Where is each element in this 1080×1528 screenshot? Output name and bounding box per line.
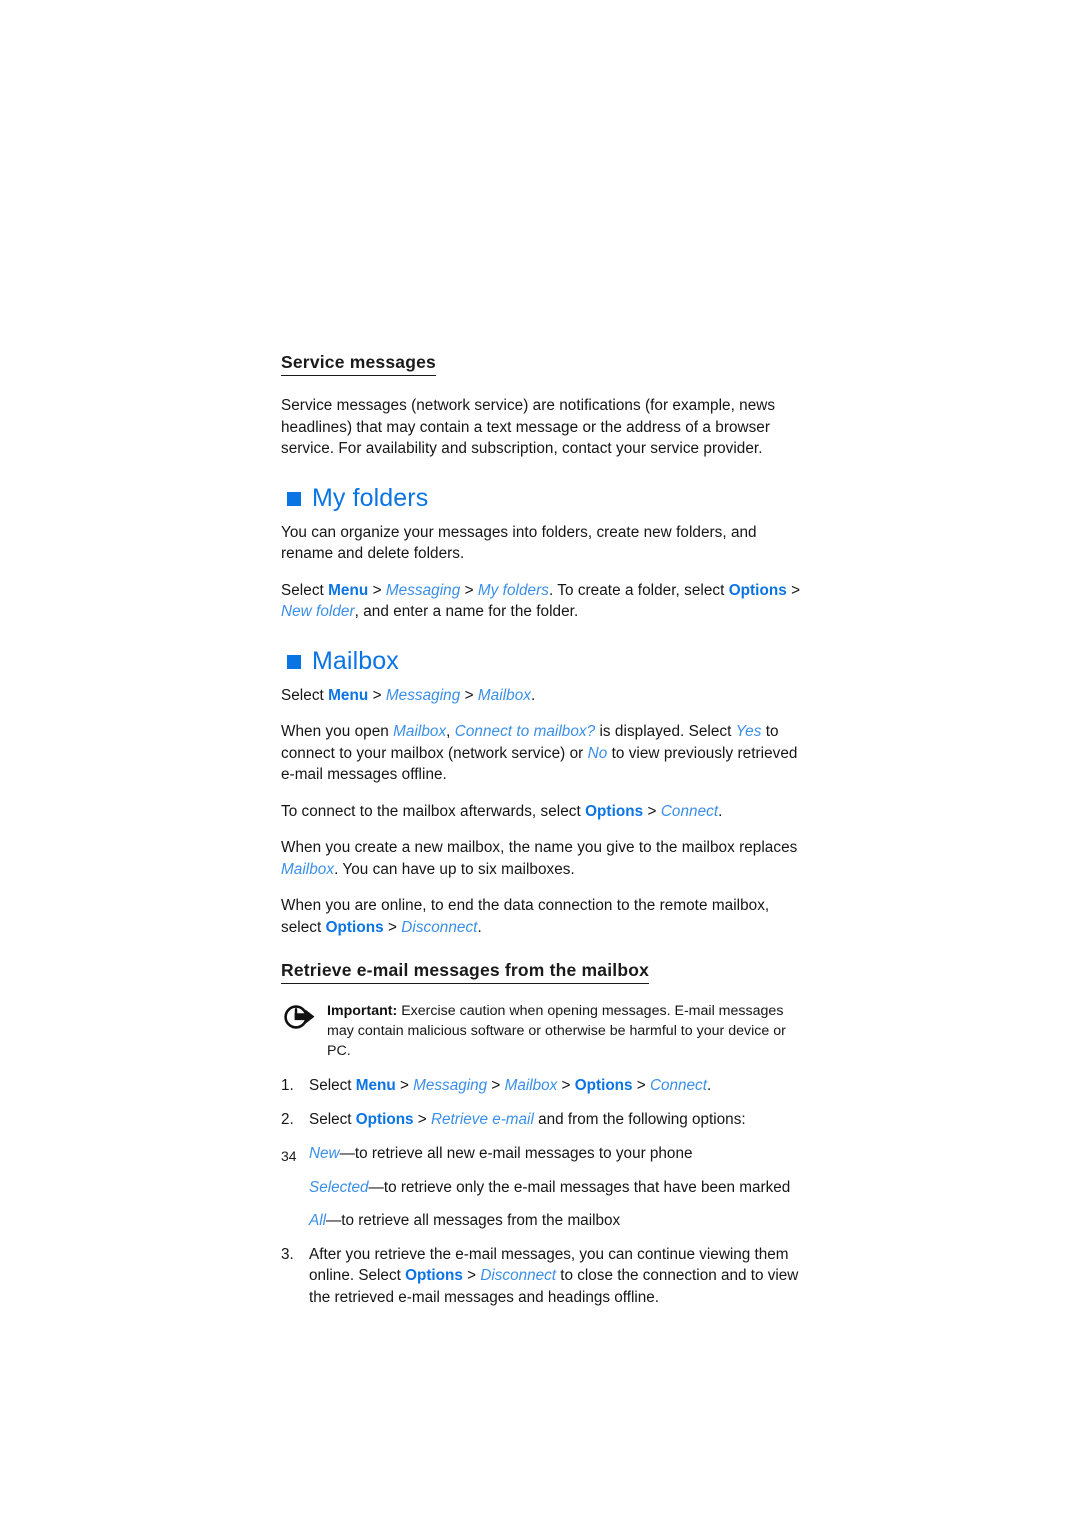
mailbox-term: Mailbox — [477, 686, 531, 704]
path-separator: > — [786, 581, 801, 599]
service-messages-heading-wrap: Service messages — [281, 352, 801, 385]
list-item: All—to retrieve all messages from the ma… — [281, 1210, 801, 1232]
retrieve-heading: Retrieve e-mail messages from the mailbo… — [281, 960, 650, 984]
my-folders-path: Select Menu > Messaging > My folders. To… — [281, 580, 801, 623]
retrieve-heading-wrap: Retrieve e-mail messages from the mailbo… — [281, 960, 801, 993]
text-fragment: Select — [309, 1077, 356, 1094]
options-term: Options — [574, 1077, 633, 1094]
my-folders-term: My folders — [477, 581, 549, 599]
path-separator: > — [395, 1077, 414, 1094]
section-heading-my-folders: My folders — [287, 483, 801, 512]
messaging-term: Messaging — [413, 1077, 488, 1094]
path-separator: > — [462, 1267, 481, 1284]
disconnect-term: Disconnect — [401, 918, 478, 936]
connect-to-mailbox-prompt: Connect to mailbox? — [454, 723, 596, 740]
messaging-term: Messaging — [385, 686, 461, 704]
step-number: 3. — [281, 1245, 294, 1263]
text-fragment: is displayed. Select — [595, 723, 736, 740]
step-number: 1. — [281, 1077, 294, 1094]
filled-square-icon — [287, 655, 301, 669]
mailbox-term: Mailbox — [281, 860, 335, 878]
page-content: Service messages Service messages (netwo… — [281, 352, 801, 1320]
list-item: 2. Select Options > Retrieve e-mail and f… — [281, 1109, 801, 1131]
connect-term: Connect — [660, 802, 719, 820]
mailbox-new-paragraph: When you create a new mailbox, the name … — [281, 837, 801, 880]
service-messages-heading: Service messages — [281, 352, 436, 376]
important-label: Important: — [327, 1003, 398, 1019]
new-folder-term: New folder — [281, 603, 355, 620]
mailbox-term: Mailbox — [393, 723, 447, 740]
option-term: New — [309, 1145, 340, 1162]
retrieve-steps-list: 1. Select Menu > Messaging > Mailbox > Op… — [281, 1075, 801, 1308]
filled-square-icon — [287, 492, 301, 506]
text-fragment: and from the following options: — [533, 1110, 746, 1128]
path-separator: > — [460, 581, 478, 599]
text-fragment: , — [446, 723, 455, 740]
my-folders-title: My folders — [312, 483, 429, 512]
menu-term: Menu — [355, 1077, 396, 1094]
mailbox-connect-paragraph: To connect to the mailbox afterwards, se… — [281, 801, 801, 823]
page-number: 34 — [281, 1148, 297, 1164]
option-term: Selected — [309, 1178, 369, 1196]
option-description: —to retrieve all messages from the mailb… — [326, 1212, 621, 1229]
text-fragment: . You can have up to six mailboxes. — [334, 860, 575, 878]
text-fragment: . — [718, 802, 723, 820]
messaging-term: Messaging — [385, 581, 461, 599]
mailbox-open-paragraph: When you open Mailbox, Connect to mailbo… — [281, 721, 801, 786]
list-item: 1. Select Menu > Messaging > Mailbox > Op… — [281, 1075, 801, 1097]
yes-term: Yes — [735, 723, 762, 740]
mailbox-path: Select Menu > Messaging > Mailbox. — [281, 685, 801, 707]
path-separator: > — [383, 918, 402, 936]
text-fragment: . — [477, 918, 482, 936]
options-term: Options — [325, 918, 384, 936]
path-separator: > — [368, 581, 386, 599]
menu-term: Menu — [328, 581, 369, 599]
path-separator: > — [632, 1077, 650, 1094]
retrieve-option-list: New—to retrieve all new e-mail messages … — [281, 1143, 801, 1232]
list-item: Selected—to retrieve only the e-mail mes… — [281, 1177, 801, 1199]
path-separator: > — [413, 1110, 431, 1128]
option-term: All — [309, 1212, 326, 1229]
path-separator: > — [643, 802, 661, 820]
path-separator: > — [368, 686, 386, 704]
text-fragment: When you open — [281, 723, 394, 740]
path-select-text: Select — [281, 686, 329, 704]
path-separator: > — [557, 1077, 575, 1094]
mailbox-title: Mailbox — [312, 646, 399, 675]
option-description: —to retrieve only the e-mail messages th… — [368, 1178, 791, 1196]
option-description: —to retrieve all new e-mail messages to … — [339, 1145, 693, 1162]
path-separator: > — [460, 686, 478, 704]
my-folders-paragraph: You can organize your messages into fold… — [281, 523, 757, 563]
important-note-text: Important: Exercise caution when opening… — [327, 1001, 801, 1061]
connect-term: Connect — [649, 1077, 707, 1094]
important-note: Important: Exercise caution when opening… — [281, 1001, 801, 1061]
path-tail-1: . To create a folder, select — [548, 581, 729, 599]
options-term: Options — [405, 1267, 463, 1284]
step-number: 2. — [281, 1110, 294, 1128]
text-fragment: To connect to the mailbox afterwards, se… — [281, 802, 586, 820]
circle-arrow-important-icon — [281, 1001, 327, 1035]
mailbox-disconnect-paragraph: When you are online, to end the data con… — [281, 895, 801, 938]
mailbox-term: Mailbox — [504, 1077, 558, 1094]
list-item: 3. After you retrieve the e-mail messages… — [281, 1244, 801, 1309]
text-fragment: . — [706, 1077, 712, 1094]
options-term: Options — [585, 802, 644, 820]
retrieve-email-term: Retrieve e-mail — [431, 1110, 534, 1128]
section-heading-mailbox: Mailbox — [287, 646, 801, 675]
path-tail-2: , and enter a name for the folder. — [354, 603, 579, 620]
no-term: No — [587, 744, 608, 762]
options-term: Options — [355, 1110, 414, 1128]
list-item: New—to retrieve all new e-mail messages … — [281, 1143, 801, 1165]
disconnect-term: Disconnect — [480, 1267, 556, 1284]
path-period: . — [530, 686, 536, 704]
service-messages-paragraph: Service messages (network service) are n… — [281, 397, 776, 457]
menu-term: Menu — [328, 686, 369, 704]
text-fragment: When you create a new mailbox, the name … — [281, 839, 798, 856]
path-select-text: Select — [281, 581, 329, 599]
options-term: Options — [728, 581, 787, 599]
text-fragment: Select — [309, 1110, 356, 1128]
path-separator: > — [487, 1077, 505, 1094]
